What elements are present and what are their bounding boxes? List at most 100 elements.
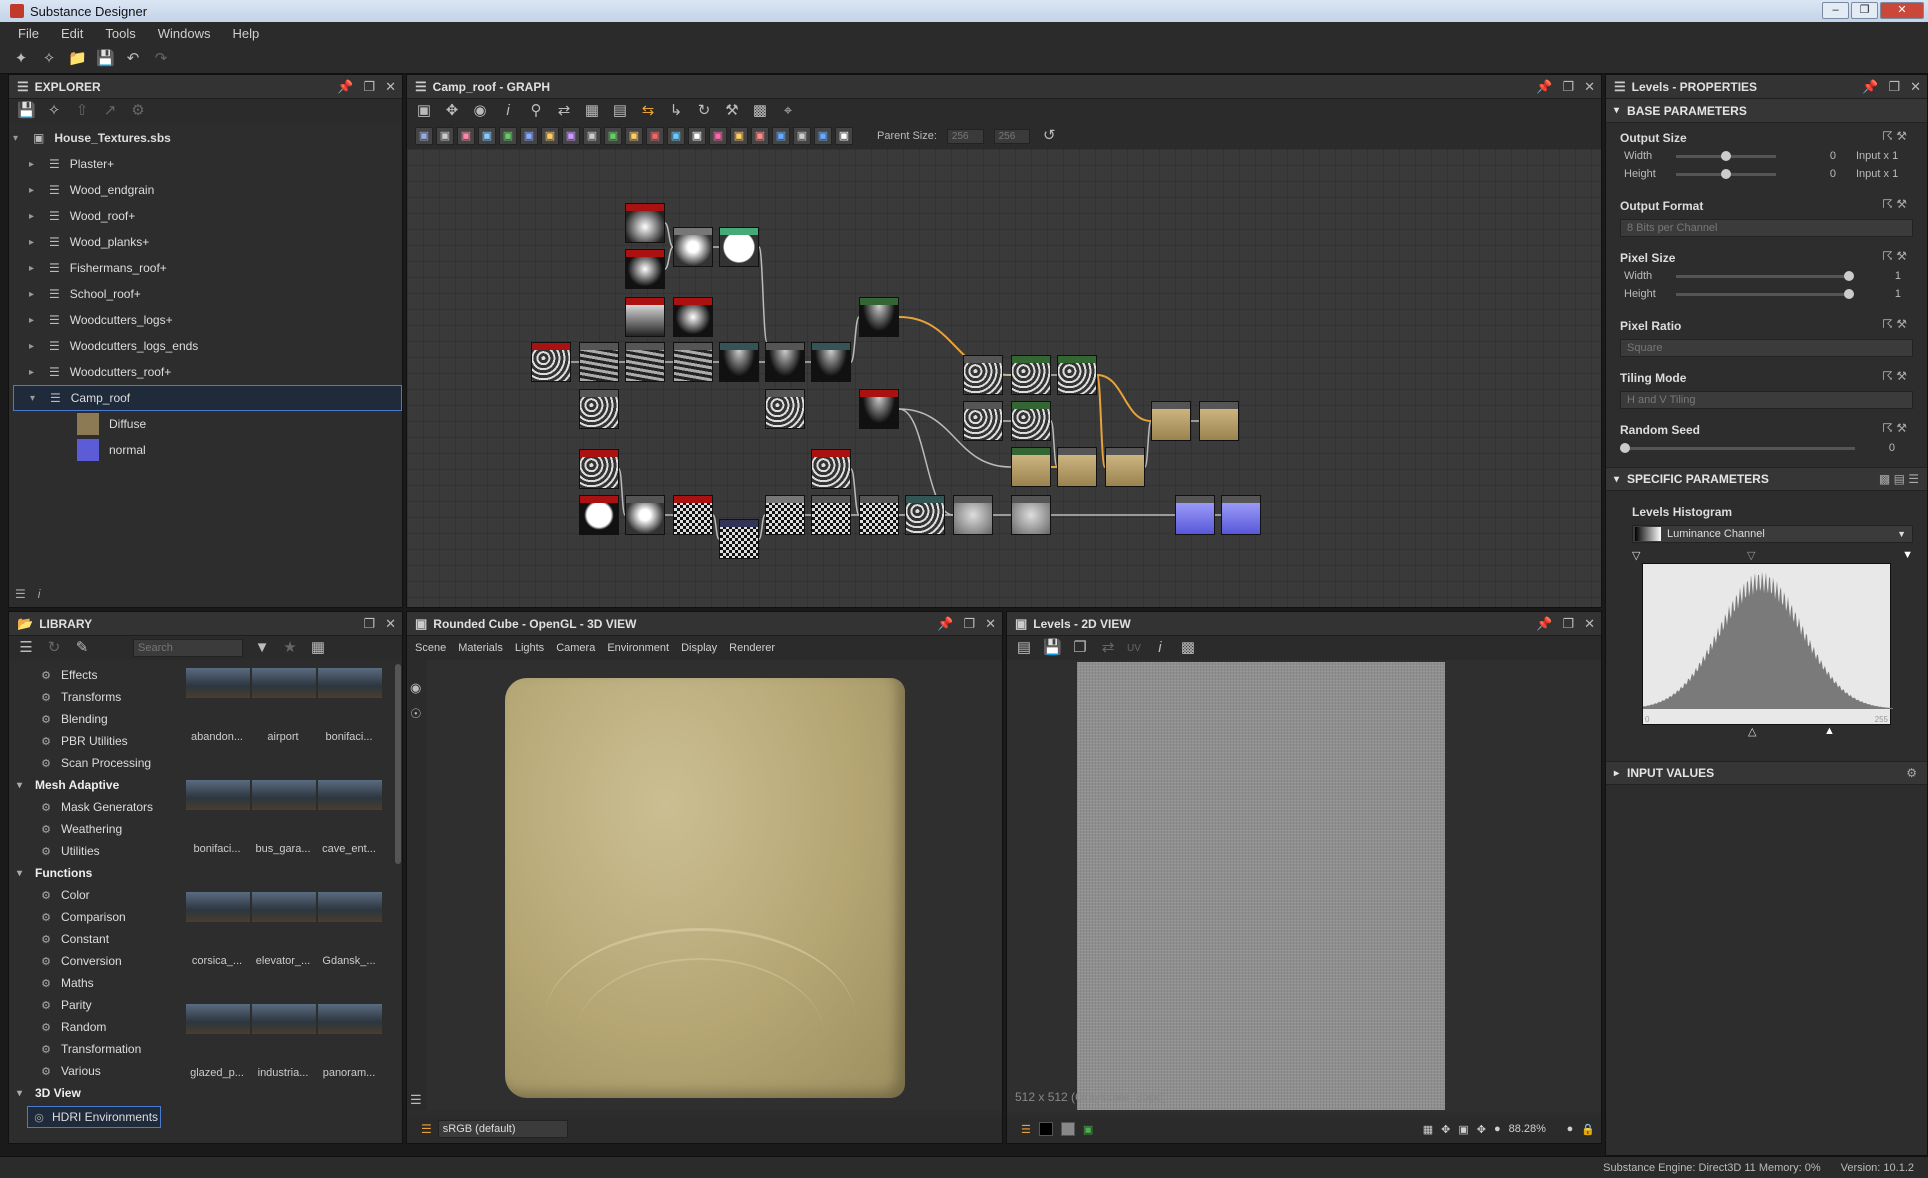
filter-icon[interactable]: ▼ xyxy=(253,639,271,657)
tools-icon[interactable]: ⚒ xyxy=(723,102,741,120)
menu-help[interactable]: Help xyxy=(232,26,259,41)
graph-node[interactable] xyxy=(1011,401,1051,441)
library-category[interactable]: ⚙ Constant xyxy=(9,928,165,950)
inherit-icon[interactable]: ☈ ⚒ xyxy=(1882,197,1907,211)
float-icon[interactable]: ❐ xyxy=(1888,79,1900,95)
emboss-node-icon[interactable]: ▣ xyxy=(793,127,811,145)
hdri-thumbnail[interactable]: bonifaci... xyxy=(185,780,251,855)
refresh-icon[interactable]: ↻ xyxy=(45,639,63,657)
library-category[interactable]: ⚙ Color xyxy=(9,884,165,906)
hdri-thumbnail[interactable]: cave_ent... xyxy=(317,780,383,855)
pan-icon[interactable]: ✥ xyxy=(1477,1123,1486,1136)
graph-node[interactable] xyxy=(719,519,759,559)
open-folder-icon[interactable]: 📁 xyxy=(68,50,87,68)
library-category[interactable]: ⚙ Conversion xyxy=(9,950,165,972)
layers-icon[interactable]: ☰ xyxy=(1021,1123,1031,1136)
add-icon[interactable]: ☰ xyxy=(17,639,35,657)
inherit-icon[interactable]: ☈ ⚒ xyxy=(1882,129,1907,143)
graph-node[interactable] xyxy=(579,389,619,429)
refresh-icon[interactable]: ↻ xyxy=(695,102,713,120)
graph-item[interactable]: ▸ ☰ Woodcutters_roof+ xyxy=(13,359,402,385)
graph-node[interactable] xyxy=(719,342,759,382)
camera-icon[interactable]: ◉ xyxy=(410,680,427,696)
input-white-handle[interactable]: ▼ xyxy=(1902,549,1913,561)
gradient-node-icon[interactable]: ▣ xyxy=(499,127,517,145)
new-graph-icon[interactable]: ✧ xyxy=(40,50,58,68)
minimize-button[interactable]: – xyxy=(1822,2,1849,19)
parent-size-select[interactable]: 256 xyxy=(946,128,984,144)
pin-icon[interactable]: 📌 xyxy=(1536,616,1552,632)
graph-node[interactable] xyxy=(1057,355,1097,395)
graph-node[interactable] xyxy=(1221,495,1261,535)
graph-item[interactable]: ▸ ☰ Wood_roof+ xyxy=(13,203,402,229)
search-input[interactable] xyxy=(133,639,243,657)
tiling-mode-select[interactable]: H and V Tiling xyxy=(1620,391,1913,409)
graph-node[interactable] xyxy=(719,227,759,267)
light-icon[interactable]: ☉ xyxy=(410,706,427,722)
gray-bg-button[interactable] xyxy=(1060,1122,1075,1136)
graph-node[interactable] xyxy=(673,227,713,267)
library-category[interactable]: ⚙ Weathering xyxy=(9,818,165,840)
menu-lights[interactable]: Lights xyxy=(515,642,544,654)
sharpen-node-icon[interactable]: ▣ xyxy=(583,127,601,145)
library-category[interactable]: ⚙ Maths xyxy=(9,972,165,994)
pixel-ratio-select[interactable]: Square xyxy=(1620,339,1913,357)
frame-selected-icon[interactable]: ✥ xyxy=(443,102,461,120)
library-category[interactable]: ⚙ Parity xyxy=(9,994,165,1016)
distance-node-icon[interactable]: ▣ xyxy=(772,127,790,145)
graph-item[interactable]: ▸ ☰ Woodcutters_logs_ends xyxy=(13,333,402,359)
snapshot-icon[interactable]: ▩ xyxy=(751,102,769,120)
output-format-select[interactable]: 8 Bits per Channel xyxy=(1620,219,1913,237)
output-item-normal[interactable]: normal xyxy=(13,437,402,463)
transform-node-icon[interactable]: ▣ xyxy=(478,127,496,145)
histogram-tools-icon[interactable]: ▩ ▤ ☰ xyxy=(1879,472,1919,486)
graph-node[interactable] xyxy=(811,495,851,535)
graph-node[interactable] xyxy=(673,297,713,337)
close-window-button[interactable]: ✕ xyxy=(1880,2,1924,19)
align-icon[interactable]: ▦ xyxy=(583,102,601,120)
info-icon[interactable]: i xyxy=(1151,639,1169,657)
output-max-handle[interactable]: ▲ xyxy=(1824,725,1835,737)
graph-node[interactable] xyxy=(625,495,665,535)
hsl-node-icon[interactable]: ▣ xyxy=(604,127,622,145)
layers-icon[interactable]: ☰ xyxy=(421,1122,432,1136)
output-min-handle[interactable]: △ xyxy=(1748,725,1756,738)
graph-node[interactable] xyxy=(625,297,665,337)
library-group[interactable]: ▾ Mesh Adaptive xyxy=(9,774,165,796)
graph-item[interactable]: ▸ ☰ Wood_endgrain xyxy=(13,177,402,203)
text-node-icon[interactable]: ▣ xyxy=(751,127,769,145)
graph-node[interactable] xyxy=(765,495,805,535)
graph-node[interactable] xyxy=(579,342,619,382)
library-category[interactable]: ⚙ Various xyxy=(9,1060,165,1082)
graph-node[interactable] xyxy=(625,342,665,382)
graph-node[interactable] xyxy=(579,495,619,535)
graph-node[interactable] xyxy=(1105,447,1145,487)
output-node-icon[interactable]: ▣ xyxy=(835,127,853,145)
graph-node[interactable] xyxy=(1011,447,1051,487)
graph-node[interactable] xyxy=(1011,355,1051,395)
graph-node[interactable] xyxy=(1175,495,1215,535)
link-icon[interactable]: ⇄ xyxy=(555,102,573,120)
new-package-icon[interactable]: ✦ xyxy=(12,50,30,68)
hdri-thumbnail[interactable]: bonifaci... xyxy=(317,668,383,743)
graph-node[interactable] xyxy=(625,203,665,243)
float-icon[interactable]: ❐ xyxy=(1562,79,1574,95)
menu-tools[interactable]: Tools xyxy=(105,26,135,41)
graph-node[interactable] xyxy=(765,342,805,382)
base-parameters-section[interactable]: ▾ BASE PARAMETERS xyxy=(1606,99,1927,123)
menu-camera[interactable]: Camera xyxy=(556,642,595,654)
close-icon[interactable]: ✕ xyxy=(1584,79,1595,95)
zoom-value[interactable]: 88.28% xyxy=(1509,1123,1559,1135)
graph-node[interactable] xyxy=(859,389,899,429)
zoom-icon[interactable]: ● xyxy=(1494,1123,1501,1135)
float-icon[interactable]: ❐ xyxy=(363,616,375,632)
route-icon[interactable]: ↳ xyxy=(667,102,685,120)
pixel-height-slider[interactable] xyxy=(1676,288,1854,299)
curve-node-icon[interactable]: ▣ xyxy=(646,127,664,145)
graph-node[interactable] xyxy=(531,342,571,382)
layers-icon[interactable]: ☰ xyxy=(410,1092,427,1108)
inherit-icon[interactable]: ☈ ⚒ xyxy=(1882,421,1907,435)
graph-node[interactable] xyxy=(859,495,899,535)
hdri-thumbnail[interactable]: elevator_... xyxy=(251,892,317,967)
library-category[interactable]: ⚙ Transforms xyxy=(9,686,165,708)
